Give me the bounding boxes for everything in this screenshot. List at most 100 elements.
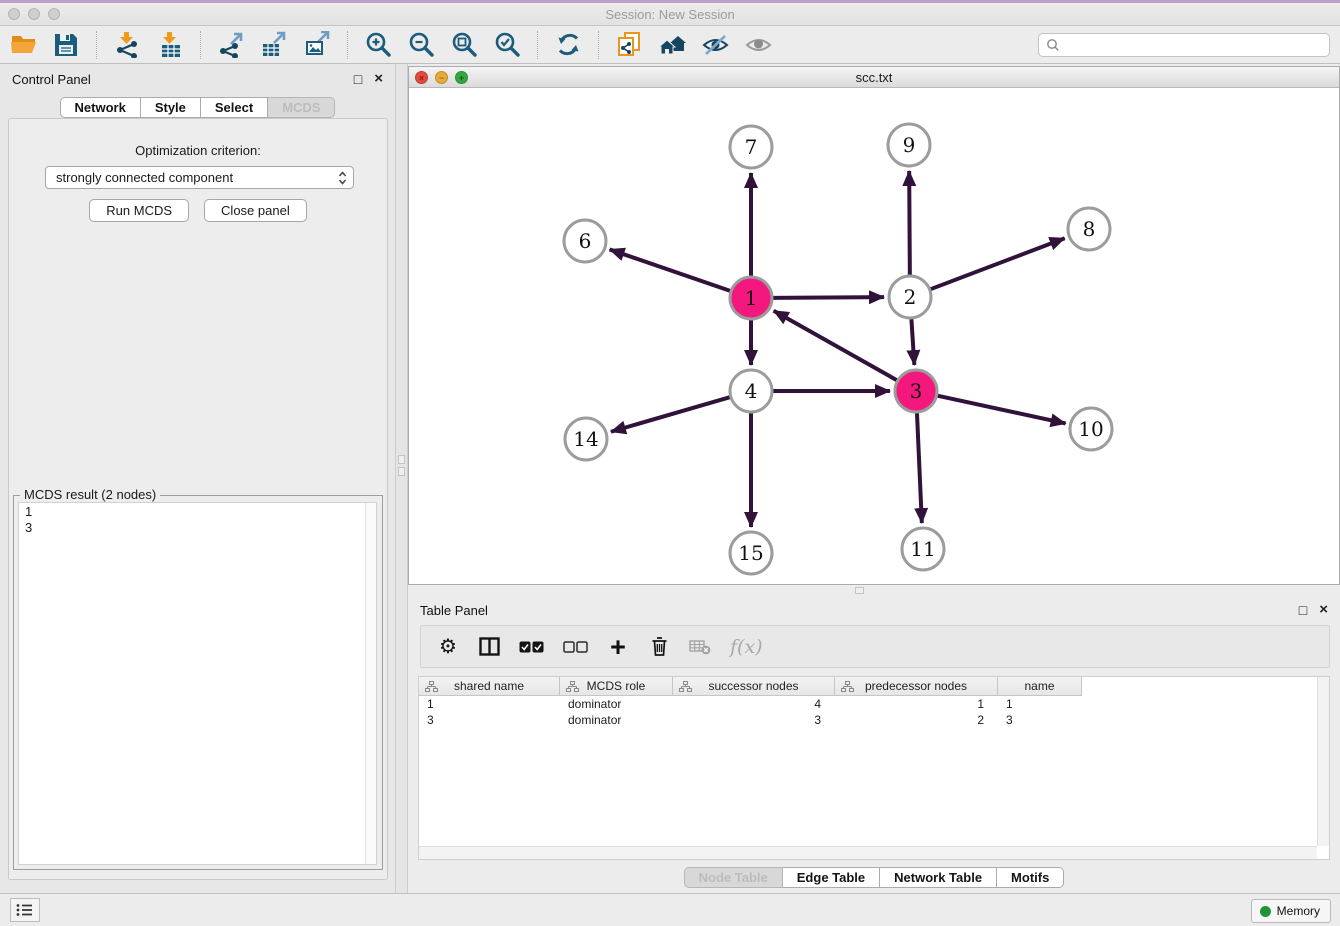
memory-button[interactable]: Memory: [1251, 899, 1331, 923]
cell-successor-nodes[interactable]: 4: [673, 696, 835, 712]
search-box[interactable]: [1038, 33, 1330, 57]
edge-2-3[interactable]: [911, 319, 914, 365]
cell-MCDS-role[interactable]: dominator: [560, 712, 673, 728]
zoom-out-button[interactable]: [404, 29, 438, 61]
float-panel-icon[interactable]: □: [1299, 603, 1307, 617]
zoom-fit-button[interactable]: [447, 29, 481, 61]
edge-3-10[interactable]: [937, 396, 1065, 424]
tab-network[interactable]: Network: [60, 97, 141, 118]
column-header-predecessor-nodes[interactable]: predecessor nodes: [835, 677, 998, 696]
dropdown-chevrons-icon: [338, 171, 347, 185]
edge-1-2[interactable]: [773, 297, 884, 298]
network-window-title: scc.txt: [409, 67, 1339, 88]
zoom-selected-button[interactable]: [490, 29, 524, 61]
select-all-button[interactable]: [519, 641, 544, 653]
close-panel-button[interactable]: Close panel: [204, 199, 307, 222]
graph-node-label-14: 14: [573, 427, 598, 451]
open-session-button[interactable]: [6, 29, 40, 61]
edge-4-14[interactable]: [611, 397, 730, 432]
tab-network-table[interactable]: Network Table: [880, 867, 997, 888]
float-panel-icon[interactable]: □: [354, 72, 362, 86]
network-minimize-button[interactable]: −: [435, 71, 448, 84]
cell-name[interactable]: 3: [998, 712, 1082, 728]
splitter-grip[interactable]: [855, 587, 864, 594]
import-network-button[interactable]: [110, 29, 144, 61]
splitter-grip[interactable]: [398, 467, 405, 476]
refresh-view-button[interactable]: [551, 29, 585, 61]
delete-column-button[interactable]: [648, 636, 670, 657]
memory-status-dot: [1260, 906, 1271, 917]
show-all-networks-button[interactable]: [655, 29, 689, 61]
close-panel-icon[interactable]: ×: [1319, 603, 1328, 617]
edge-2-9[interactable]: [909, 171, 910, 275]
column-header-name[interactable]: name: [998, 677, 1082, 696]
tab-edge-table[interactable]: Edge Table: [783, 867, 880, 888]
app-close-button[interactable]: [8, 8, 20, 20]
graph-node-label-11: 11: [910, 537, 935, 561]
show-hidden-button[interactable]: [741, 29, 775, 61]
table-header: shared nameMCDS role successor nodes prede…: [419, 677, 1329, 696]
table-vertical-scrollbar[interactable]: [1317, 677, 1329, 846]
tab-select[interactable]: Select: [201, 97, 268, 118]
column-header-successor-nodes[interactable]: successor nodes: [673, 677, 835, 696]
edge-2-8[interactable]: [931, 238, 1065, 289]
close-panel-icon[interactable]: ×: [374, 72, 383, 86]
table-settings-button[interactable]: ⚙: [437, 637, 459, 657]
clone-network-button[interactable]: [612, 29, 646, 61]
app-zoom-button[interactable]: [48, 8, 60, 20]
cell-name[interactable]: 1: [998, 696, 1082, 712]
zoom-in-button[interactable]: [361, 29, 395, 61]
search-input[interactable]: [1064, 35, 1329, 55]
tab-style[interactable]: Style: [141, 97, 201, 118]
mcds-result-list[interactable]: 13: [18, 502, 377, 865]
run-mcds-button[interactable]: Run MCDS: [89, 199, 189, 222]
result-item[interactable]: 1: [19, 503, 376, 519]
cell-predecessor-nodes[interactable]: 2: [835, 712, 998, 728]
result-item[interactable]: 3: [19, 519, 376, 535]
vertical-splitter[interactable]: [395, 64, 408, 893]
task-history-button[interactable]: [10, 898, 40, 922]
criterion-dropdown[interactable]: strongly connected component: [45, 166, 354, 189]
table-row[interactable]: 1dominator411: [419, 696, 1329, 712]
deselect-all-button[interactable]: [563, 641, 588, 653]
hierarchy-icon: [425, 681, 438, 692]
tab-mcds[interactable]: MCDS: [268, 97, 335, 118]
column-header-MCDS-role[interactable]: MCDS role: [560, 677, 673, 696]
export-network-button[interactable]: [214, 29, 248, 61]
column-header-shared-name[interactable]: shared name: [419, 677, 560, 696]
table-tabs: Node TableEdge TableNetwork TableMotifs: [408, 862, 1340, 893]
cell-shared-name[interactable]: 3: [419, 712, 560, 728]
tab-motifs[interactable]: Motifs: [997, 867, 1064, 888]
export-table-button[interactable]: [257, 29, 291, 61]
toggle-split-view-button[interactable]: [478, 637, 500, 656]
export-image-button[interactable]: [300, 29, 334, 61]
tab-node-table[interactable]: Node Table: [684, 867, 783, 888]
graph-node-label-4: 4: [745, 379, 758, 403]
save-session-button[interactable]: [49, 29, 83, 61]
delete-table-button[interactable]: [689, 638, 711, 655]
apply-function-button[interactable]: f(x): [730, 636, 763, 658]
splitter-grip[interactable]: [398, 455, 405, 464]
network-zoom-button[interactable]: +: [455, 71, 468, 84]
cell-successor-nodes[interactable]: 3: [673, 712, 835, 728]
cell-MCDS-role[interactable]: dominator: [560, 696, 673, 712]
hide-selected-button[interactable]: [698, 29, 732, 61]
horizontal-splitter[interactable]: [408, 585, 1340, 595]
delete-table-icon: [689, 638, 711, 655]
app-minimize-button[interactable]: [28, 8, 40, 20]
network-window-titlebar[interactable]: × − + scc.txt: [409, 67, 1339, 88]
table-body: 1dominator4113dominator323: [419, 696, 1329, 728]
result-scrollbar[interactable]: [365, 503, 376, 864]
add-column-button[interactable]: +: [607, 637, 629, 657]
table-row[interactable]: 3dominator323: [419, 712, 1329, 728]
network-canvas[interactable]: 7968124314101511: [409, 89, 1339, 584]
column-label: successor nodes: [708, 679, 798, 693]
network-close-button[interactable]: ×: [415, 71, 428, 84]
edge-3-1[interactable]: [774, 311, 897, 380]
cell-predecessor-nodes[interactable]: 1: [835, 696, 998, 712]
cell-shared-name[interactable]: 1: [419, 696, 560, 712]
table-horizontal-scrollbar[interactable]: [419, 846, 1317, 859]
edge-1-6[interactable]: [610, 249, 731, 290]
import-table-button[interactable]: [153, 29, 187, 61]
edge-3-11[interactable]: [917, 413, 922, 523]
